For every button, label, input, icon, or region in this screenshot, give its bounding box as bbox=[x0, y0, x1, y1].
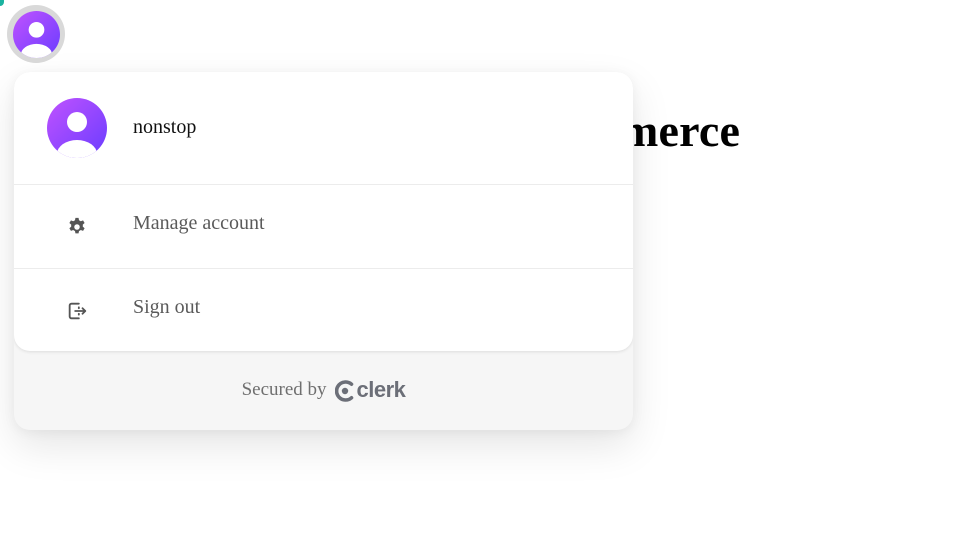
user-button[interactable] bbox=[7, 5, 65, 63]
clerk-brand-link[interactable]: clerk bbox=[334, 376, 406, 404]
user-avatar bbox=[47, 98, 107, 158]
user-menu-main: nonstop Manage account Sign out bbox=[14, 72, 633, 351]
manage-account-button[interactable]: Manage account bbox=[14, 185, 633, 269]
page-heading: merce bbox=[620, 105, 741, 156]
clerk-logo-icon bbox=[334, 379, 353, 402]
default-user-avatar-icon bbox=[12, 10, 60, 58]
user-menu-popover: nonstop Manage account Sign out Secured … bbox=[14, 72, 633, 430]
manage-account-label: Manage account bbox=[133, 212, 265, 234]
page: merce nonstop Manage account Sign out Se… bbox=[0, 0, 969, 545]
sign-out-icon bbox=[66, 300, 88, 322]
sign-out-label: Sign out bbox=[133, 296, 201, 318]
user-menu-footer: Secured by clerk bbox=[14, 351, 633, 430]
secured-by-label: Secured by bbox=[241, 378, 327, 400]
clerk-brand-name: clerk bbox=[356, 376, 406, 402]
gear-icon bbox=[66, 216, 88, 238]
username: nonstop bbox=[133, 116, 197, 138]
corner-accent bbox=[0, 0, 4, 6]
sign-out-button[interactable]: Sign out bbox=[14, 269, 633, 352]
user-info: nonstop bbox=[14, 72, 633, 185]
